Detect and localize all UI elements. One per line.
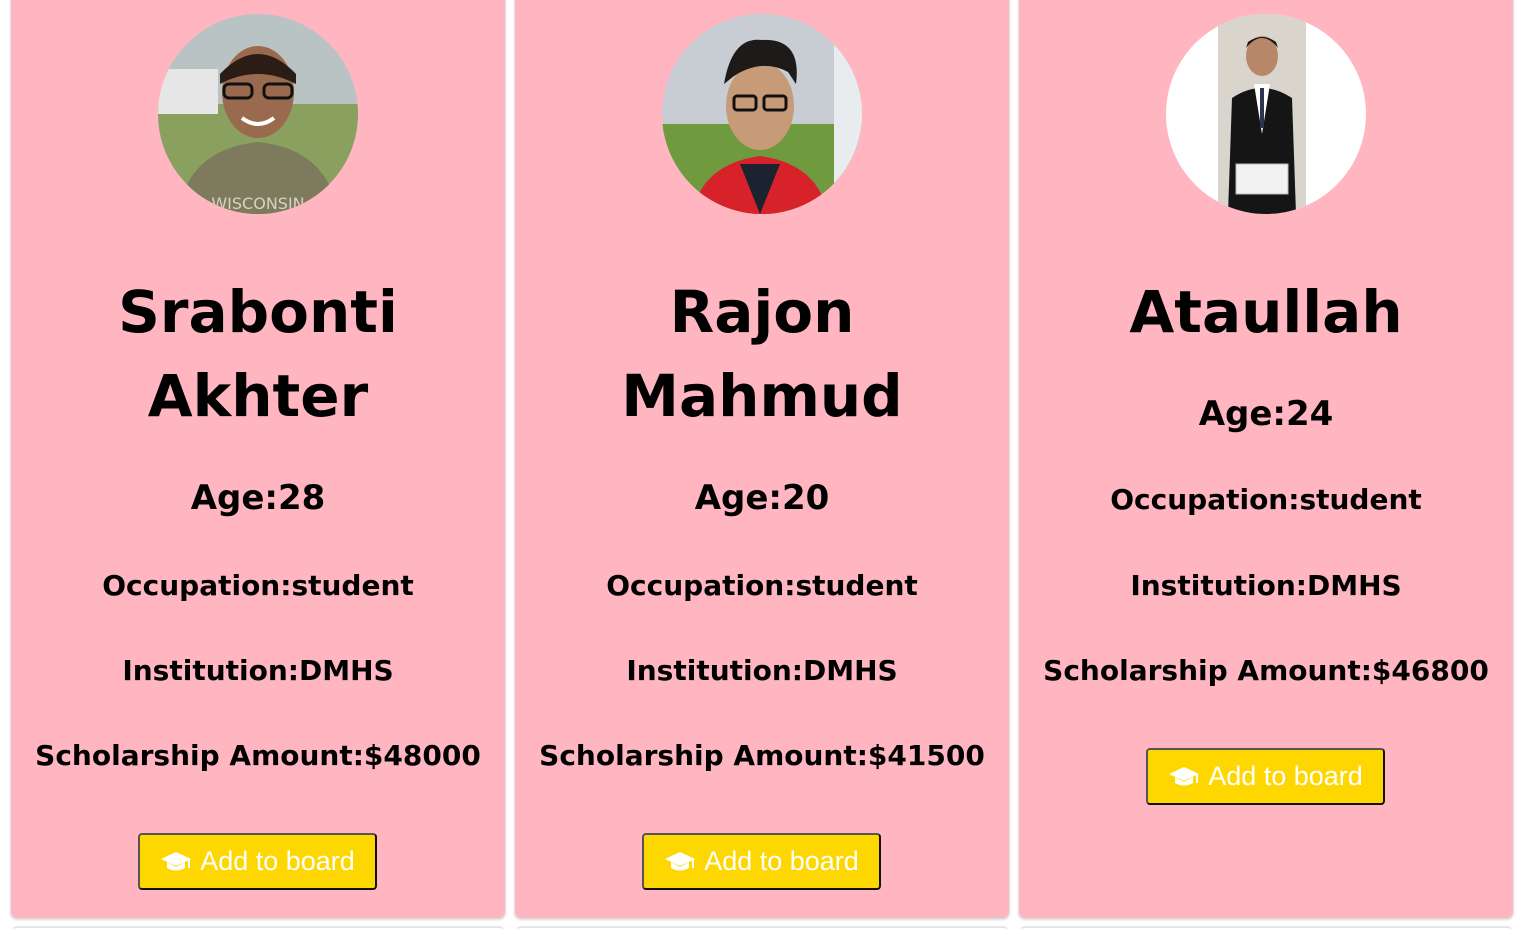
add-to-board-button[interactable]: Add to board [642,833,881,890]
add-to-board-label: Add to board [1208,761,1363,791]
graduation-cap-icon [665,851,696,870]
student-institution: Institution:DMHS [122,654,394,687]
student-name: Ataullah [1129,278,1403,346]
student-name: Rajon Mahmud [621,278,903,430]
student-age: Age:24 [1198,394,1334,434]
student-occupation: Occupation:student [1110,483,1422,516]
profile-card: WISCONSIN Srabonti Akhter Age:28 Occupat… [11,0,505,918]
graduation-cap-icon [1169,766,1200,785]
add-to-board-label: Add to board [200,846,355,876]
profile-card: Ataullah Age:24 Occupation:student Insti… [1019,0,1513,918]
student-institution: Institution:DMHS [626,654,898,687]
student-age: Age:20 [694,478,830,518]
avatar [1166,14,1366,214]
student-age: Age:28 [190,478,326,518]
student-occupation: Occupation:student [606,569,918,602]
avatar [662,14,862,214]
add-to-board-button[interactable]: Add to board [138,833,377,890]
student-institution: Institution:DMHS [1130,569,1402,602]
avatar: WISCONSIN [158,14,358,214]
student-scholarship: Scholarship Amount:$46800 [1043,654,1489,687]
student-scholarship: Scholarship Amount:$41500 [539,739,985,772]
student-occupation: Occupation:student [102,569,414,602]
add-to-board-label: Add to board [704,846,859,876]
graduation-cap-icon [161,851,192,870]
profile-card-grid: WISCONSIN Srabonti Akhter Age:28 Occupat… [0,0,1518,929]
svg-text:WISCONSIN: WISCONSIN [211,194,304,213]
student-scholarship: Scholarship Amount:$48000 [35,739,481,772]
add-to-board-button[interactable]: Add to board [1146,748,1385,805]
student-name: Srabonti Akhter [118,278,398,430]
profile-card: Rajon Mahmud Age:20 Occupation:student I… [515,0,1009,918]
